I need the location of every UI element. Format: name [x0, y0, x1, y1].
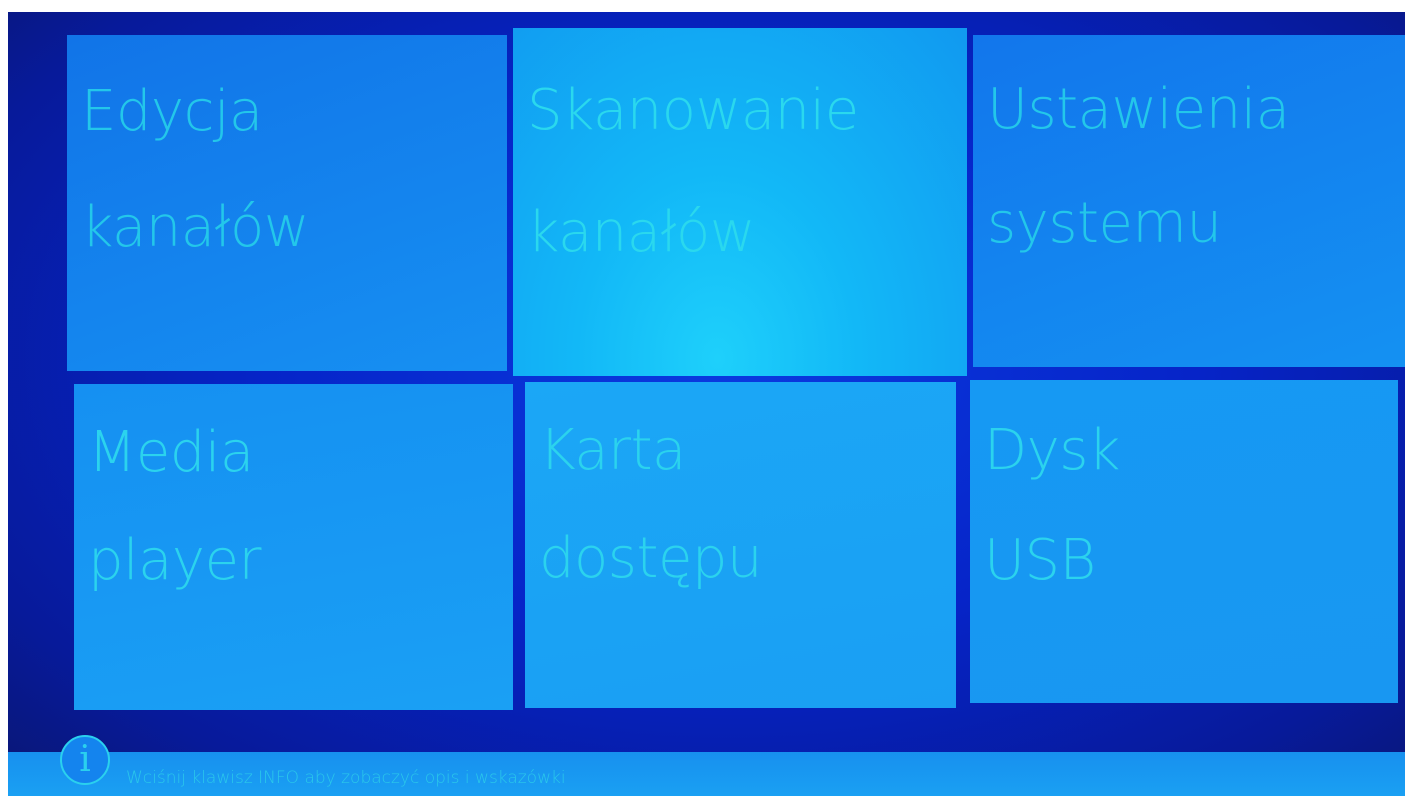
tile-label-line2: kanałów: [81, 195, 310, 260]
tile-label-line1: Karta: [539, 418, 686, 483]
tile-label-line1: Ustawienia: [987, 77, 1290, 142]
tile-media-player[interactable]: Media player: [74, 384, 513, 710]
screen-left-edge: [0, 0, 8, 796]
tile-label-line2: USB: [984, 528, 1096, 593]
tile-system-settings[interactable]: Ustawienia systemu: [973, 35, 1405, 367]
tile-label-line2: systemu: [987, 191, 1222, 256]
tile-label-line2: player: [88, 528, 262, 593]
tile-label-line2: dostępu: [539, 526, 762, 591]
tv-menu-screen: Edycja kanałów Skanowanie kanałów Ustawi…: [0, 0, 1405, 796]
tile-channel-scan[interactable]: Skanowanie kanałów: [513, 28, 967, 376]
tile-label-line2: kanałów: [527, 200, 756, 265]
info-hint-text: Wciśnij klawisz INFO aby zobaczyć opis i…: [126, 768, 566, 788]
tile-label-line1: Skanowanie: [527, 78, 859, 143]
tile-access-card[interactable]: Karta dostępu: [525, 382, 956, 708]
tile-label-line1: Media: [88, 420, 254, 485]
info-icon: i: [60, 735, 110, 785]
tile-channel-edit[interactable]: Edycja kanałów: [67, 35, 507, 371]
tile-usb-disk[interactable]: Dysk USB: [970, 380, 1398, 703]
tile-label-line1: Dysk: [984, 418, 1120, 483]
tile-label-line1: Edycja: [81, 79, 263, 144]
screen-top-edge: [0, 0, 1405, 12]
